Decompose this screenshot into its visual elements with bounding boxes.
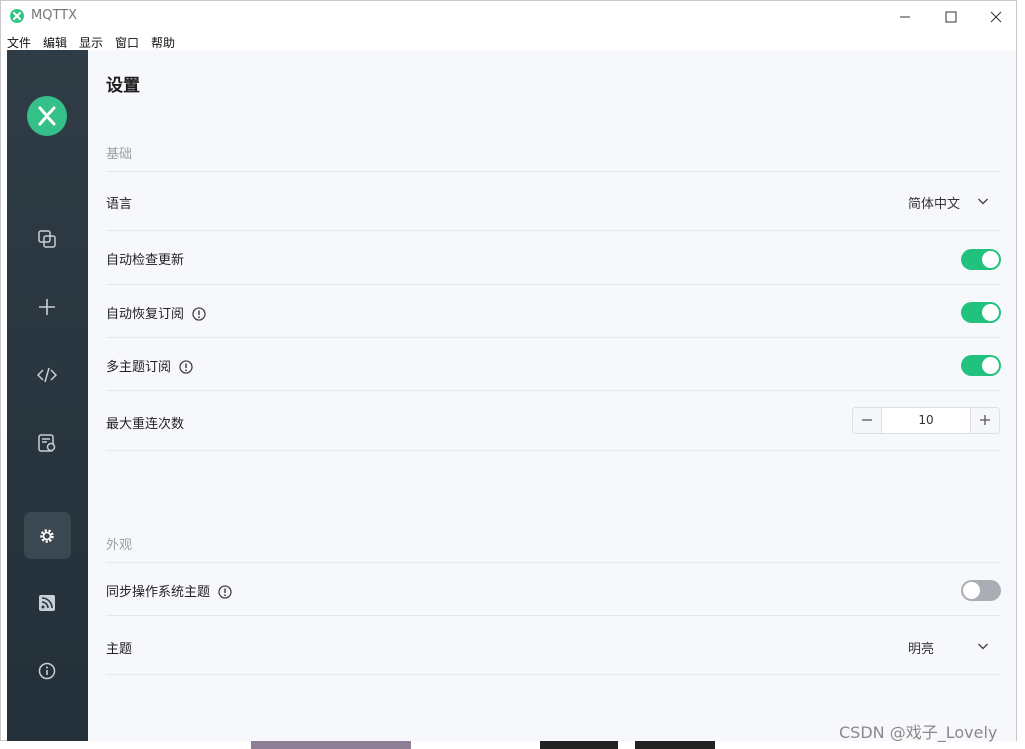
max-reconnect-input[interactable]: 10: [882, 408, 970, 433]
sidebar-item-subscribe[interactable]: [29, 585, 65, 621]
sidebar-item-connections[interactable]: [29, 221, 65, 257]
info-icon: [38, 662, 56, 680]
divider: [106, 337, 1001, 338]
menu-bar: 文件 编辑 显示 窗口 帮助: [1, 31, 1016, 51]
gear-icon: [40, 529, 54, 543]
section-title-appearance: 外观: [106, 538, 133, 553]
mqttx-logo-icon: [10, 9, 24, 23]
multi-topic-toggle[interactable]: [961, 355, 1001, 376]
menu-help[interactable]: 帮助: [151, 34, 175, 51]
sidebar: [7, 50, 88, 741]
increment-button[interactable]: [970, 408, 999, 433]
minimize-button[interactable]: [881, 1, 927, 31]
max-reconnect-stepper: 10: [852, 407, 1000, 434]
window-title: MQTTX: [31, 8, 78, 23]
connections-icon: [38, 230, 56, 248]
page-title: 设置: [106, 76, 140, 96]
mqttx-logo: [27, 96, 67, 136]
settings-panel: 设置 基础 语言 简体中文 自动检查更新 自动恢复订阅 多主题订阅 最大重连次数…: [88, 50, 1016, 741]
minus-icon: [862, 419, 872, 421]
chevron-down-icon[interactable]: [977, 195, 989, 207]
maximize-button[interactable]: [927, 1, 973, 31]
desktop-background: [540, 741, 618, 749]
sync-theme-row: 同步操作系统主题: [106, 581, 232, 600]
multi-topic-row: 多主题订阅: [106, 356, 193, 375]
language-select[interactable]: 简体中文: [908, 193, 960, 212]
info-icon[interactable]: [179, 360, 193, 374]
sidebar-item-script[interactable]: [29, 357, 65, 393]
sync-theme-label: 同步操作系统主题: [106, 585, 211, 600]
divider: [106, 390, 1001, 391]
rss-icon: [39, 595, 55, 611]
sidebar-item-log[interactable]: [29, 425, 65, 461]
sidebar-item-new-connection[interactable]: [29, 289, 65, 325]
divider: [106, 230, 1001, 231]
desktop-background: [251, 741, 411, 749]
decrement-button[interactable]: [853, 408, 882, 433]
language-label: 语言: [106, 197, 133, 212]
sync-theme-toggle[interactable]: [961, 580, 1001, 601]
sidebar-item-settings[interactable]: [29, 518, 65, 554]
code-icon: [37, 367, 57, 383]
divider: [106, 674, 1001, 675]
menu-view[interactable]: 显示: [79, 34, 103, 51]
desktop-background: [635, 741, 715, 749]
section-title-basic: 基础: [106, 147, 133, 162]
auto-resubscribe-label: 自动恢复订阅: [106, 307, 185, 322]
theme-label: 主题: [106, 642, 133, 657]
info-icon[interactable]: [218, 585, 232, 599]
auto-check-update-label: 自动检查更新: [106, 253, 185, 268]
divider: [106, 615, 1001, 616]
divider: [106, 562, 1001, 563]
menu-file[interactable]: 文件: [7, 34, 31, 51]
auto-resubscribe-row: 自动恢复订阅: [106, 303, 206, 322]
log-icon: [38, 434, 56, 452]
auto-resubscribe-toggle[interactable]: [961, 302, 1001, 323]
menu-edit[interactable]: 编辑: [43, 34, 67, 51]
divider: [106, 450, 1001, 451]
sidebar-item-about[interactable]: [29, 653, 65, 689]
menu-window[interactable]: 窗口: [115, 34, 139, 51]
multi-topic-label: 多主题订阅: [106, 360, 172, 375]
close-button[interactable]: [972, 1, 1016, 31]
divider: [106, 284, 1001, 285]
info-icon[interactable]: [192, 307, 206, 321]
auto-check-update-toggle[interactable]: [961, 249, 1001, 270]
max-reconnect-label: 最大重连次数: [106, 417, 185, 432]
plus-icon: [980, 415, 990, 425]
title-bar: MQTTX: [1, 1, 1016, 31]
plus-icon: [39, 299, 55, 315]
divider: [106, 171, 1001, 172]
watermark: CSDN @戏子_Lovely: [839, 723, 998, 742]
chevron-down-icon[interactable]: [977, 640, 989, 652]
theme-select[interactable]: 明亮: [908, 638, 934, 657]
